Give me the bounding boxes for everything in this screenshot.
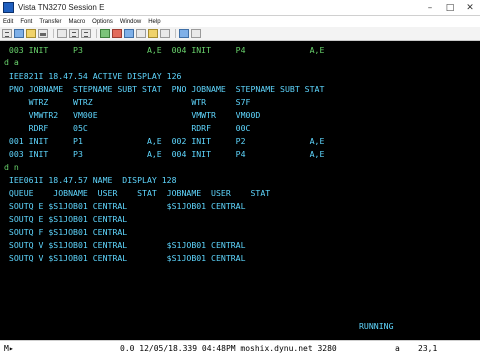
minimize-button[interactable]: – [420,0,440,15]
terminal-line: WTRZ WTRZ WTR S7F [4,97,251,107]
menu-edit[interactable]: Edit [0,19,17,25]
menu-help[interactable]: Help [145,19,164,25]
terminal-line: 003 INIT P3 A,E 004 INIT P4 A,E [4,45,325,55]
terminal-line: IEE061I 18.47.57 NAME DISPLAY 128 [4,175,177,185]
terminal-line: VMWTR2 VM00E VMWTR VM00D [4,110,261,120]
vista-app-icon [3,2,14,13]
open-icon[interactable] [14,29,24,38]
terminal-line: 001 INIT P1 A,E 002 INIT P2 A,E [4,136,325,146]
terminal-line: SOUTQ E $S1JOB01 CENTRAL $S1JOB01 CENTRA… [4,201,246,211]
macro-icon[interactable] [136,29,146,38]
status-bar: M▸ 0.0 12/05/18.339 04:48PM moshix.dynu.… [0,340,480,361]
title-bar: Vista TN3270 Session E – □ ✕ [0,0,480,16]
terminal-line: d n [4,162,19,172]
folder-icon[interactable] [26,29,36,38]
keyboard-icon[interactable] [148,29,158,38]
terminal-line: IEE821I 18.47.54 ACTIVE DISPLAY 126 [4,71,182,81]
menu-options[interactable]: Options [89,19,117,25]
running-indicator: RUNNING [359,321,394,331]
window-controls: – □ ✕ [420,0,480,15]
status-info: 0.0 12/05/18.339 04:48PM moshix.dynu.net… [120,344,337,353]
copy-icon[interactable] [69,29,79,38]
toolbar-separator [53,29,54,38]
status-a: a [395,344,400,353]
status-indicator: M▸ [4,344,14,353]
window-title: Vista TN3270 Session E [18,3,105,12]
emulator-window: Vista TN3270 Session E – □ ✕ Edit Font T… [0,0,480,361]
connect-icon[interactable] [100,29,110,38]
terminal-screen[interactable]: 003 INIT P3 A,E 004 INIT P4 A,E d a IEE8… [4,44,476,340]
disconnect-icon[interactable] [112,29,122,38]
menu-macro[interactable]: Macro [65,19,89,25]
close-button[interactable]: ✕ [460,0,480,15]
toolbar-separator [96,29,97,38]
zoom-icon[interactable] [179,29,189,38]
terminal-line: SOUTQ E $S1JOB01 CENTRAL [4,214,128,224]
menu-font[interactable]: Font [17,19,36,25]
cut-icon[interactable] [57,29,67,38]
paste-icon[interactable] [81,29,91,38]
menu-window[interactable]: Window [117,19,145,25]
terminal-line: 003 INIT P3 A,E 004 INIT P4 A,E [4,149,325,159]
menu-transfer[interactable]: Transfer [36,19,65,25]
terminal-line: SOUTQ V $S1JOB01 CENTRAL $S1JOB01 CENTRA… [4,253,246,263]
terminal-line: d a [4,57,19,67]
cursor-position: 23,1 [418,344,438,353]
help-icon[interactable] [191,29,201,38]
settings-icon[interactable] [160,29,170,38]
print-icon[interactable] [38,29,48,38]
terminal-line: SOUTQ F $S1JOB01 CENTRAL [4,227,128,237]
terminal-line: SOUTQ V $S1JOB01 CENTRAL $S1JOB01 CENTRA… [4,240,246,250]
terminal-line: RDRF 05C RDRF 00C [4,123,251,133]
terminal-line: QUEUE JOBNAME USER STAT JOBNAME USER STA… [4,188,271,198]
menu-bar: Edit Font Transfer Macro Options Window … [0,16,480,27]
toolbar-separator [175,29,176,38]
maximize-button[interactable]: □ [440,0,460,15]
new-session-icon[interactable] [2,29,12,38]
toolbar [0,27,480,41]
terminal-line: PNO JOBNAME STEPNAME SUBT STAT PNO JOBNA… [4,84,325,94]
transfer-icon[interactable] [124,29,134,38]
